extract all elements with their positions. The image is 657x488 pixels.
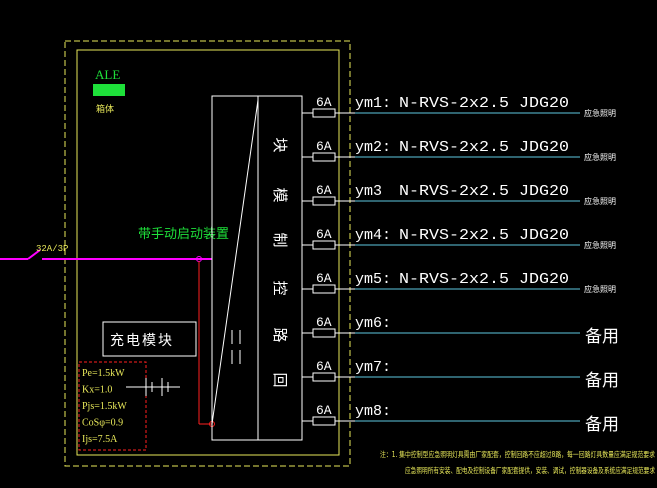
fuse [312, 240, 336, 250]
param-line: Ijs=7.5A [82, 434, 118, 445]
fuse-rating: 6A [316, 359, 332, 374]
electrical-schematic: ALE 箱体 32A/3P 带手动启动装置 块模制控路回 充电模块 Pe=1.5… [0, 40, 655, 475]
module-label-char: 制 [271, 232, 289, 247]
control-module-diagonal [211, 99, 259, 425]
circuit-id: ym5: [355, 271, 391, 288]
note-line-1: 注：1. 集中控制型应急照明灯具需由厂家配套，控制回路不应超过8路，每一回路灯具… [380, 449, 655, 459]
circuit-id: ym6: [355, 315, 391, 332]
fuse [312, 196, 336, 206]
load-label: 备用 [585, 415, 619, 435]
load-label: 应急照明 [584, 284, 616, 294]
fuse-rating: 6A [316, 271, 332, 286]
fuse [312, 416, 336, 426]
circuit-id: ym8: [355, 403, 391, 420]
module-label-char: 块 [271, 137, 289, 152]
circuit-id: ym1: [355, 95, 391, 112]
load-label: 备用 [585, 371, 619, 391]
fuse [312, 108, 336, 118]
note-line-2: 应急照明所有安装、配电及控制设备厂家配套提供，安装、调试，控制器设备及系统应满足… [405, 465, 655, 475]
load-label: 应急照明 [584, 108, 616, 118]
param-line: Kx=1.0 [82, 385, 112, 396]
panel-label: ALE [95, 67, 120, 82]
module-label-char: 模 [271, 187, 289, 202]
load-label: 应急照明 [584, 152, 616, 162]
module-label-char: 控 [271, 280, 289, 295]
fuse [312, 372, 336, 382]
load-label: 应急照明 [584, 240, 616, 250]
fuse [312, 328, 336, 338]
panel-sublabel: 箱体 [96, 103, 114, 115]
load-label: 应急照明 [584, 196, 616, 206]
param-line: Pjs=1.5kW [82, 401, 127, 412]
panel-label-bar [93, 84, 125, 96]
load-label: 备用 [585, 327, 619, 347]
fuse [312, 284, 336, 294]
panel-inner-frame [76, 49, 340, 456]
param-line: Pe=1.5kW [82, 368, 125, 379]
param-line: CoSφ=0.9 [82, 418, 123, 429]
fuse-rating: 6A [316, 139, 332, 154]
fuse-rating: 6A [316, 183, 332, 198]
cable-spec: N-RVS-2x2.5 JDG20 [399, 271, 569, 288]
circuit-id: ym2: [355, 139, 391, 156]
circuit-id: ym4: [355, 227, 391, 244]
cable-spec: N-RVS-2x2.5 JDG20 [399, 95, 569, 112]
charging-module-label: 充电模块 [110, 333, 174, 349]
circuit-id: ym7: [355, 359, 391, 376]
cable-spec: N-RVS-2x2.5 JDG20 [399, 227, 569, 244]
circuit-id: ym3 [355, 183, 382, 200]
fuse-rating: 6A [316, 227, 332, 242]
cable-spec: N-RVS-2x2.5 JDG20 [399, 183, 569, 200]
cable-spec: N-RVS-2x2.5 JDG20 [399, 139, 569, 156]
device-label: 带手动启动装置 [138, 227, 229, 242]
breaker-label: 32A/3P [36, 244, 68, 254]
fuse-rating: 6A [316, 315, 332, 330]
module-label-char: 回 [271, 372, 289, 387]
fuse [312, 152, 336, 162]
fuse-rating: 6A [316, 95, 332, 110]
module-label-char: 路 [271, 327, 289, 342]
fuse-rating: 6A [316, 403, 332, 418]
